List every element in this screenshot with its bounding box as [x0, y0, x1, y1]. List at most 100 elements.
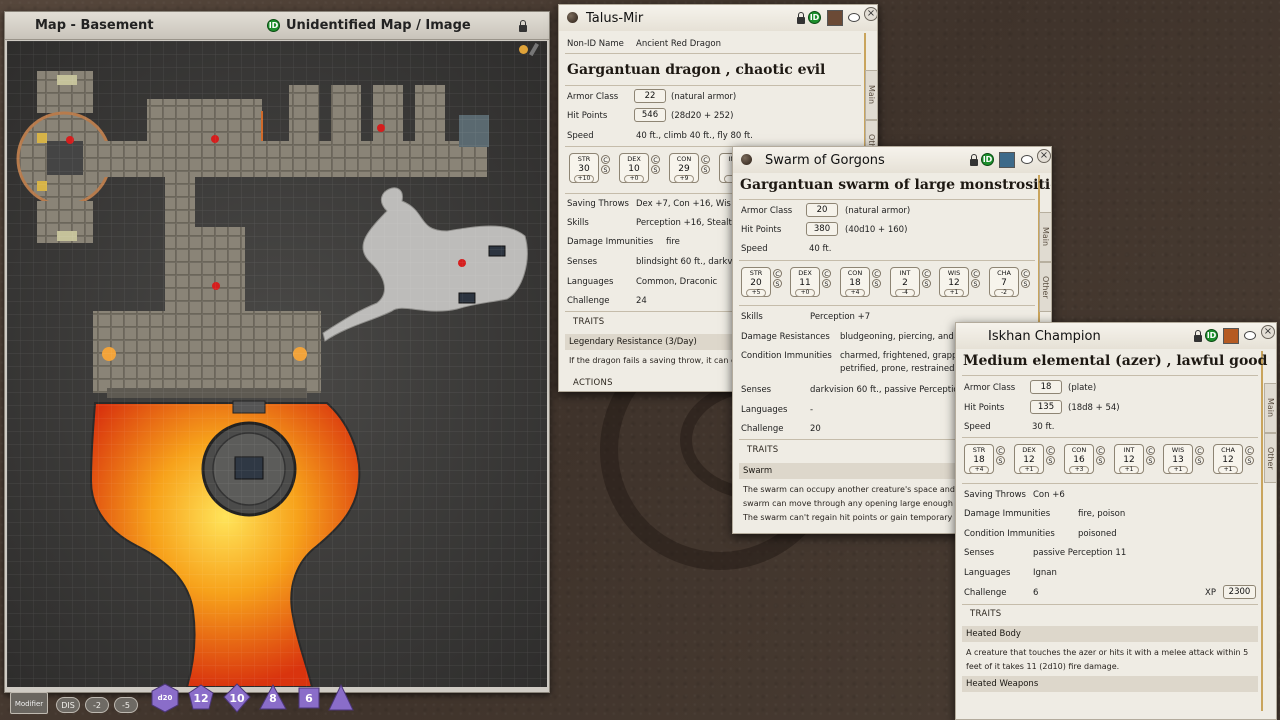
- portrait-icon[interactable]: [1223, 328, 1239, 344]
- chat-icon[interactable]: [848, 13, 860, 22]
- minus-two-button[interactable]: -2: [85, 697, 109, 713]
- ability-dex[interactable]: DEX 10 +0: [619, 153, 649, 183]
- token-icon[interactable]: [741, 154, 752, 165]
- ability-cha[interactable]: CHA 12 +1: [1213, 444, 1243, 474]
- iskhan-champion-sheet[interactable]: Iskhan Champion ID × Main Other Medium e…: [955, 322, 1277, 720]
- ability-con[interactable]: CON 18 +4: [840, 267, 870, 297]
- tab-main[interactable]: Main: [865, 70, 877, 120]
- divider: [962, 375, 1258, 376]
- xp-label: XP: [1205, 588, 1216, 598]
- save-skill-toggles[interactable]: CS: [601, 155, 610, 175]
- chat-icon[interactable]: [1244, 331, 1256, 340]
- ability-dex[interactable]: DEX 12 +1: [1014, 444, 1044, 474]
- d12-icon[interactable]: 12: [186, 683, 216, 713]
- talus-mir-header[interactable]: Talus-Mir ID ×: [559, 5, 877, 31]
- ability-wis[interactable]: WIS 12 +1: [939, 267, 969, 297]
- tab-other[interactable]: Other: [1039, 262, 1051, 312]
- map-titlebar[interactable]: Map - Basement ID Unidentified Map / Ima…: [5, 12, 549, 40]
- disadvantage-button[interactable]: DIS: [56, 697, 80, 713]
- save-skill-toggles[interactable]: CS: [773, 269, 782, 289]
- divider: [739, 260, 1035, 261]
- map-subtitle-group: ID Unidentified Map / Image: [267, 18, 471, 33]
- trait-name[interactable]: Heated Body: [962, 626, 1258, 642]
- d8-icon[interactable]: 8: [258, 683, 288, 713]
- ability-str[interactable]: STR 30 +10: [569, 153, 599, 183]
- identified-icon[interactable]: ID: [981, 153, 994, 166]
- hit-points-note: (28d20 + 252): [671, 111, 734, 121]
- trait-name[interactable]: Heated Weapons: [962, 676, 1258, 692]
- armor-class-field[interactable]: 20: [806, 203, 838, 217]
- save-skill-toggles[interactable]: CS: [651, 155, 660, 175]
- d6-icon[interactable]: 6: [294, 683, 324, 713]
- gorgons-header[interactable]: Swarm of Gorgons ID ×: [733, 147, 1051, 173]
- lock-icon[interactable]: [797, 12, 805, 24]
- xp-field[interactable]: 2300: [1223, 585, 1256, 599]
- hit-points-field[interactable]: 135: [1030, 400, 1062, 414]
- save-skill-toggles[interactable]: CS: [1195, 446, 1204, 466]
- lock-icon[interactable]: [519, 20, 527, 32]
- lock-icon[interactable]: [970, 154, 978, 166]
- close-button[interactable]: ×: [1037, 149, 1051, 163]
- ability-con[interactable]: CON 29 +9: [669, 153, 699, 183]
- iskhan-header[interactable]: Iskhan Champion ID ×: [956, 323, 1276, 349]
- ability-int[interactable]: INT 2 -4: [890, 267, 920, 297]
- save-skill-toggles[interactable]: CS: [1245, 446, 1254, 466]
- armor-note: (natural armor): [671, 92, 737, 102]
- ability-str[interactable]: STR 18 +4: [964, 444, 994, 474]
- condition-immunities-cont: petrified, prone, restrained, st: [840, 364, 968, 374]
- map-window[interactable]: Map - Basement ID Unidentified Map / Ima…: [4, 11, 550, 693]
- hit-points-field[interactable]: 380: [806, 222, 838, 236]
- save-skill-toggles[interactable]: CS: [1021, 269, 1030, 289]
- map-canvas[interactable]: [7, 41, 547, 687]
- save-skill-toggles[interactable]: CS: [922, 269, 931, 289]
- identified-icon[interactable]: ID: [808, 11, 821, 24]
- identified-icon[interactable]: ID: [267, 19, 280, 32]
- creature-name: Talus-Mir: [586, 11, 644, 26]
- armor-class-field[interactable]: 18: [1030, 380, 1062, 394]
- minus-five-button[interactable]: -5: [114, 697, 138, 713]
- ability-dex[interactable]: DEX 11 +0: [790, 267, 820, 297]
- save-skill-toggles[interactable]: CS: [872, 269, 881, 289]
- armor-class-field[interactable]: 22: [634, 89, 666, 103]
- divider: [962, 604, 1258, 605]
- lock-icon[interactable]: [1194, 330, 1202, 342]
- ability-cha[interactable]: CHA 7 -2: [989, 267, 1019, 297]
- chat-icon[interactable]: [1021, 155, 1033, 164]
- identified-icon[interactable]: ID: [1205, 329, 1218, 342]
- d4-icon[interactable]: 4: [326, 683, 356, 713]
- close-button[interactable]: ×: [864, 7, 877, 21]
- armor-note: (natural armor): [845, 206, 911, 216]
- trait-text: A creature that touches the azer or hits…: [966, 648, 1249, 657]
- token-icon[interactable]: [567, 12, 578, 23]
- dungeon-map[interactable]: [7, 41, 547, 687]
- tab-main[interactable]: Main: [1264, 383, 1276, 433]
- save-skill-toggles[interactable]: CS: [1046, 446, 1055, 466]
- divider: [962, 483, 1258, 484]
- pin-icon[interactable]: [519, 45, 528, 54]
- ability-con[interactable]: CON 16 +3: [1064, 444, 1094, 474]
- modifier-label: Modifier: [14, 700, 44, 708]
- ability-str[interactable]: STR 20 +5: [741, 267, 771, 297]
- save-skill-toggles[interactable]: CS: [996, 446, 1005, 466]
- hit-points-field[interactable]: 546: [634, 108, 666, 122]
- close-button[interactable]: ×: [1261, 325, 1275, 339]
- save-skill-toggles[interactable]: CS: [971, 269, 980, 289]
- save-skill-toggles[interactable]: CS: [701, 155, 710, 175]
- divider: [962, 437, 1258, 438]
- trait-text: If the dragon fails a saving throw, it c…: [569, 356, 741, 365]
- save-skill-toggles[interactable]: CS: [822, 269, 831, 289]
- portrait-icon[interactable]: [999, 152, 1015, 168]
- d20-icon[interactable]: d20: [150, 683, 180, 713]
- save-skill-toggles[interactable]: CS: [1096, 446, 1105, 466]
- ability-wis[interactable]: WIS 13 +1: [1163, 444, 1193, 474]
- portrait-icon[interactable]: [827, 10, 843, 26]
- trait-text: feet of it takes 11 (2d10) fire damage.: [966, 662, 1120, 671]
- save-skill-toggles[interactable]: CS: [1146, 446, 1155, 466]
- ability-int[interactable]: INT 12 +1: [1114, 444, 1144, 474]
- d10-icon[interactable]: 10: [222, 683, 252, 713]
- modifier-box[interactable]: Modifier: [10, 692, 48, 714]
- tab-other[interactable]: Other: [1264, 433, 1276, 483]
- map-title: Map - Basement: [35, 18, 154, 33]
- creature-type-title: Medium elemental (azer) , lawful good: [963, 353, 1268, 369]
- tab-main[interactable]: Main: [1039, 212, 1051, 262]
